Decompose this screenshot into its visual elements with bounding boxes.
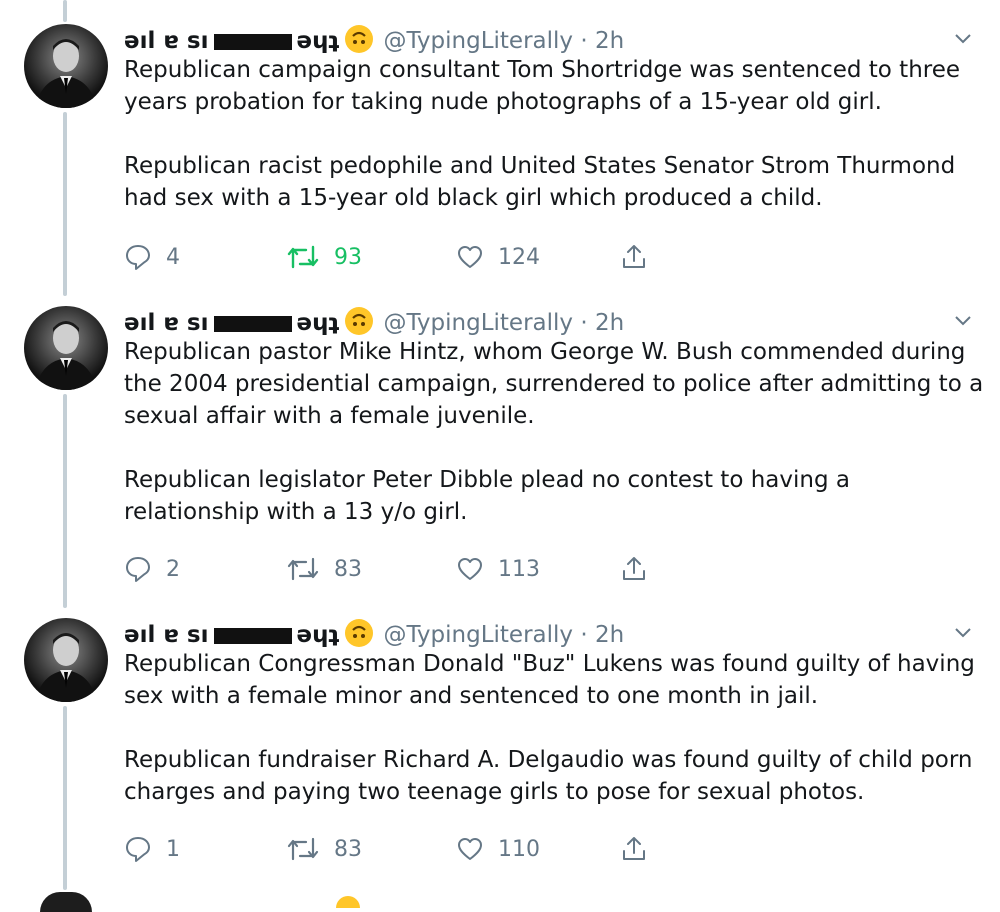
avatar[interactable]	[24, 24, 108, 108]
like-button[interactable]: 110	[456, 832, 540, 866]
chevron-down-icon[interactable]	[952, 310, 974, 336]
avatar[interactable]	[24, 618, 108, 702]
separator-dot: ·	[580, 310, 588, 336]
tweet-header: ǝıl ɐ sı ǝɥʇ @TypingLiterally · 2h	[124, 306, 984, 340]
chevron-down-icon[interactable]	[952, 28, 974, 54]
redaction-bar	[214, 34, 293, 50]
display-name[interactable]: ǝıl ɐ sı	[124, 618, 208, 652]
share-icon	[623, 557, 645, 580]
retweet-button[interactable]: 83	[286, 832, 362, 866]
timestamp[interactable]: 2h	[595, 622, 624, 648]
retweet-count: 83	[334, 836, 362, 862]
like-icon	[458, 246, 482, 268]
like-count: 124	[498, 244, 540, 270]
user-handle[interactable]: @TypingLiterally	[383, 622, 573, 648]
share-button[interactable]	[620, 552, 662, 586]
thread-line	[63, 112, 67, 296]
reply-button[interactable]: 2	[124, 552, 180, 586]
retweet-button[interactable]: 93	[286, 240, 362, 274]
tweet-actions: 2 83 113	[124, 552, 664, 586]
like-icon	[458, 838, 482, 860]
reply-count: 2	[166, 556, 180, 582]
like-button[interactable]: 124	[456, 240, 540, 274]
retweet-count: 93	[334, 244, 362, 270]
upside-down-face-emoji	[345, 25, 374, 53]
redaction-bar	[214, 628, 293, 644]
retweet-icon	[287, 245, 319, 269]
thread-line	[63, 394, 67, 608]
tweet-text: Republican pastor Mike Hintz, whom Georg…	[124, 336, 984, 528]
retweet-count: 83	[334, 556, 362, 582]
tweet-paragraph: Republican Congressman Donald "Buz" Luke…	[124, 651, 975, 709]
retweet-button[interactable]: 83	[286, 552, 362, 586]
avatar[interactable]	[40, 892, 92, 912]
display-name[interactable]: ǝıl ɐ sı	[124, 306, 208, 340]
retweet-icon	[287, 837, 319, 861]
timestamp[interactable]: 2h	[595, 310, 624, 336]
like-icon	[458, 558, 482, 580]
share-icon	[623, 245, 645, 268]
reply-count: 1	[166, 836, 180, 862]
user-handle[interactable]: @TypingLiterally	[383, 28, 573, 54]
display-name-suffix[interactable]: ǝɥʇ	[296, 24, 339, 58]
reply-button[interactable]: 1	[124, 832, 180, 866]
redaction-bar	[214, 316, 293, 332]
tweet-header: ǝıl ɐ sı ǝɥʇ @TypingLiterally · 2h	[124, 618, 984, 652]
thread-line	[63, 706, 67, 890]
retweet-icon	[287, 557, 319, 581]
like-count: 110	[498, 836, 540, 862]
separator-dot: ·	[580, 28, 588, 54]
separator-dot: ·	[580, 622, 588, 648]
like-count: 113	[498, 556, 540, 582]
reply-button[interactable]: 4	[124, 240, 180, 274]
tweet-actions: 4 93 124	[124, 240, 664, 274]
tweet-paragraph: Republican fundraiser Richard A. Delgaud…	[124, 747, 973, 805]
tweet-paragraph: Republican campaign consultant Tom Short…	[124, 57, 961, 115]
tweet-actions: 1 83 110	[124, 832, 664, 866]
share-button[interactable]	[620, 832, 662, 866]
tweet-header: ǝıl ɐ sı ǝɥʇ @TypingLiterally · 2h	[124, 24, 984, 58]
display-name[interactable]: ǝıl ɐ sı	[124, 24, 208, 58]
timestamp[interactable]: 2h	[595, 28, 624, 54]
tweet-text: Republican Congressman Donald "Buz" Luke…	[124, 648, 984, 808]
like-button[interactable]: 113	[456, 552, 540, 586]
reply-icon	[126, 557, 150, 582]
user-handle[interactable]: @TypingLiterally	[383, 310, 573, 336]
tweet-paragraph: Republican pastor Mike Hintz, whom Georg…	[124, 339, 984, 429]
share-icon	[623, 837, 645, 860]
reply-count: 4	[166, 244, 180, 270]
share-button[interactable]	[620, 240, 662, 274]
display-name-suffix[interactable]: ǝɥʇ	[296, 306, 339, 340]
reply-icon	[126, 837, 150, 862]
upside-down-face-emoji	[336, 896, 360, 908]
upside-down-face-emoji	[345, 619, 374, 647]
chevron-down-icon[interactable]	[952, 622, 974, 648]
reply-icon	[126, 245, 150, 270]
tweet-paragraph: Republican racist pedophile and United S…	[124, 153, 956, 211]
tweet-paragraph: Republican legislator Peter Dibble plead…	[124, 467, 850, 525]
tweet-text: Republican campaign consultant Tom Short…	[124, 54, 984, 214]
display-name-suffix[interactable]: ǝɥʇ	[296, 618, 339, 652]
upside-down-face-emoji	[345, 307, 374, 335]
thread-line	[63, 0, 67, 22]
avatar[interactable]	[24, 306, 108, 390]
